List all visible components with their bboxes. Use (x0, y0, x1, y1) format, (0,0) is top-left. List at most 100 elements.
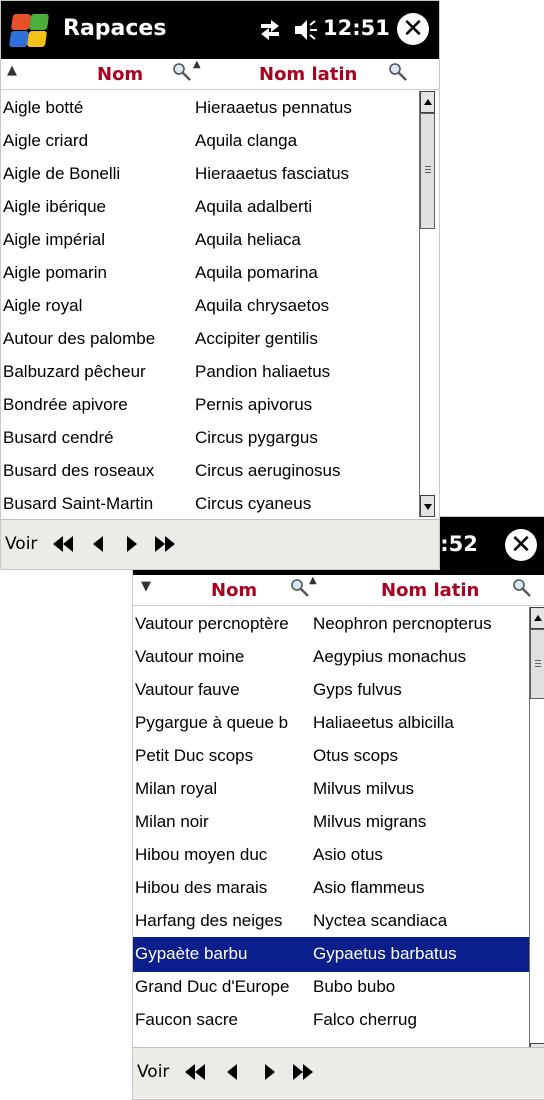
cell-nom-latin: Bubo bubo (313, 977, 396, 996)
list-item[interactable]: Aigle impérial Aquila heliaca (1, 223, 419, 258)
search-latin-icon[interactable] (511, 577, 533, 599)
cell-nom-latin: Milvus milvus (313, 779, 415, 798)
list-item[interactable]: Busard des roseaux Circus aeruginosus (1, 454, 419, 489)
list-item[interactable]: Aigle royal Aquila chrysaetos (1, 289, 419, 324)
cell-nom-latin: Asio flammeus (313, 878, 425, 897)
cell-nom-latin: Aquila pomarina (195, 263, 318, 282)
voir-menu[interactable]: Voir (137, 1062, 169, 1082)
cell-nom-latin: Nyctea scandiaca (313, 911, 448, 930)
list-item[interactable]: Pygargue à queue b Haliaeetus albicilla (133, 706, 529, 741)
cell-nom-latin: Circus aeruginosus (195, 461, 341, 480)
connectivity-icon[interactable] (257, 17, 283, 43)
list-item[interactable]: Balbuzard pêcheur Pandion haliaetus (1, 355, 419, 390)
list-item[interactable]: Vautour percnoptère Neophron percnopterus (133, 607, 529, 642)
last-page-icon[interactable] (153, 532, 177, 556)
search-nom-icon[interactable] (289, 577, 311, 599)
app-title: Rapaces (63, 16, 167, 41)
first-page-icon[interactable] (183, 1060, 207, 1084)
list-item[interactable]: Milan royal Milvus milvus (133, 772, 529, 807)
cell-nom-latin: Hieraaetus fasciatus (195, 164, 350, 183)
list-item[interactable]: Autour des palombe Accipiter gentilis (1, 322, 419, 357)
search-latin-icon[interactable] (387, 61, 409, 83)
cell-nom-latin: Accipiter gentilis (195, 329, 318, 348)
list-item[interactable]: Aigle botté Hieraaetus pennatus (1, 91, 419, 126)
list-item[interactable]: Hibou moyen duc Asio otus (133, 838, 529, 873)
list-item[interactable]: Faucon sacre Falco cherrug (133, 1003, 529, 1038)
first-page-icon[interactable] (51, 532, 75, 556)
previous-icon[interactable] (87, 532, 111, 556)
scroll-up-button[interactable] (420, 91, 435, 113)
col-header-nom[interactable]: Nom (97, 64, 143, 85)
list-item[interactable]: Bondrée apivore Pernis apivorus (1, 388, 419, 423)
cell-nom: Petit Duc scops (135, 746, 254, 765)
cell-nom: Gypaète barbu (135, 944, 248, 963)
cell-nom-latin: Pernis apivorus (195, 395, 313, 414)
list-item[interactable]: Hibou des marais Asio flammeus (133, 871, 529, 906)
cell-nom-latin: Milvus migrans (313, 812, 427, 831)
close-button[interactable]: ✕ (397, 13, 429, 45)
close-button[interactable]: ✕ (505, 529, 537, 561)
cell-nom-latin: Aquila chrysaetos (195, 296, 330, 315)
list-item[interactable]: Aigle de Bonelli Hieraaetus fasciatus (1, 157, 419, 192)
list-item[interactable]: Aigle criard Aquila clanga (1, 124, 419, 159)
close-icon: ✕ (510, 530, 532, 560)
scroll-thumb[interactable] (530, 629, 544, 699)
previous-icon[interactable] (221, 1060, 245, 1084)
list-item[interactable]: Harfang des neiges Nyctea scandiaca (133, 904, 529, 939)
list-item[interactable]: Busard Saint-Martin Circus cyaneus (1, 487, 419, 522)
windows-flag-icon[interactable] (8, 13, 50, 49)
col-header-nom-latin[interactable]: Nom latin (259, 64, 357, 85)
cell-nom: Balbuzard pêcheur (3, 362, 146, 381)
cell-nom: Aigle royal (3, 296, 83, 315)
cell-nom: Faucon sacre (135, 1010, 238, 1029)
cell-nom-latin: Neophron percnopterus (313, 614, 492, 633)
list-item-selected[interactable]: Gypaète barbu Gypaetus barbatus (133, 937, 529, 972)
cell-nom-latin: Aquila heliaca (195, 230, 301, 249)
col-header-nom[interactable]: Nom (211, 580, 257, 601)
cell-nom-latin: Circus cyaneus (195, 494, 312, 513)
clock[interactable]: 12:51 (323, 16, 390, 40)
cell-nom: Autour des palombe (3, 329, 156, 348)
cell-nom: Harfang des neiges (135, 911, 283, 930)
cell-nom: Busard cendré (3, 428, 114, 447)
menu-bar: Voir (1, 519, 439, 569)
arrow-down-icon (424, 504, 432, 510)
column-header: ▼ Nom ▲ Nom latin (133, 575, 544, 606)
arrow-up-icon (534, 615, 542, 621)
next-icon[interactable] (119, 532, 143, 556)
volume-icon[interactable] (293, 17, 319, 43)
col-header-nom-latin[interactable]: Nom latin (381, 580, 479, 601)
list-item[interactable]: Aigle pomarin Aquila pomarina (1, 256, 419, 291)
column-header: ▲ Nom ▲ Nom latin (1, 59, 439, 90)
scroll-down-button[interactable] (420, 495, 435, 517)
list-item[interactable]: Vautour moine Aegypius monachus (133, 640, 529, 675)
list-item[interactable]: Aigle ibérique Aquila adalberti (1, 190, 419, 225)
sort-mark: ▲ (309, 575, 317, 586)
list-item[interactable]: Vautour fauve Gyps fulvus (133, 673, 529, 708)
cell-nom-latin: Pandion haliaetus (195, 362, 331, 381)
scrollbar[interactable] (419, 91, 436, 517)
cell-nom-latin: Circus pygargus (195, 428, 318, 447)
cell-nom: Busard Saint-Martin (3, 494, 154, 513)
scroll-up-button[interactable] (530, 607, 544, 629)
cell-nom: Bondrée apivore (3, 395, 128, 414)
voir-menu[interactable]: Voir (5, 534, 37, 554)
sort-indicator: ▲ (7, 63, 17, 78)
list-item[interactable]: Milan noir Milvus migrans (133, 805, 529, 840)
list-item[interactable]: Petit Duc scops Otus scops (133, 739, 529, 774)
cell-nom: Vautour moine (135, 647, 245, 666)
last-page-icon[interactable] (291, 1060, 315, 1084)
cell-nom: Vautour fauve (135, 680, 240, 699)
list-item[interactable]: Grand Duc d'Europe Bubo bubo (133, 970, 529, 1005)
next-icon[interactable] (257, 1060, 281, 1084)
scroll-thumb[interactable] (420, 113, 435, 229)
cell-nom: Aigle de Bonelli (3, 164, 121, 183)
sort-indicator: ▼ (141, 579, 151, 594)
cell-nom: Pygargue à queue b (135, 713, 289, 732)
list-item[interactable]: Busard cendré Circus pygargus (1, 421, 419, 456)
cell-nom-latin: Haliaeetus albicilla (313, 713, 454, 732)
scrollbar[interactable] (529, 607, 544, 1065)
cell-nom: Grand Duc d'Europe (135, 977, 290, 996)
cell-nom: Hibou des marais (135, 878, 268, 897)
search-nom-icon[interactable] (171, 61, 193, 83)
